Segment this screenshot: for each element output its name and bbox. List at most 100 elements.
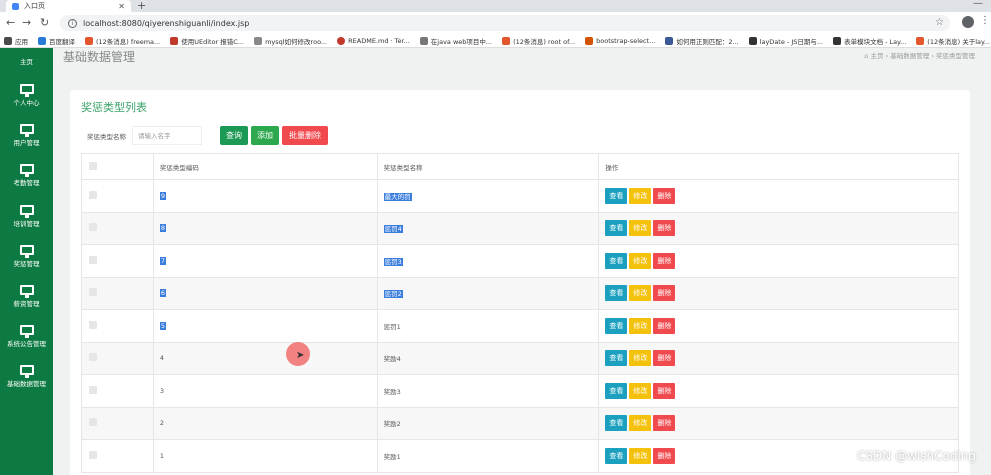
delete-button[interactable]: 删除 xyxy=(653,220,676,237)
cell-code: 8 xyxy=(159,224,167,233)
forward-arrow-icon[interactable]: → xyxy=(22,16,31,29)
view-button[interactable]: 查看 xyxy=(605,187,628,204)
window-controls-icon[interactable]: — xyxy=(973,0,983,9)
cell-code: 6 xyxy=(159,289,167,298)
site-info-icon[interactable]: i xyxy=(68,18,77,28)
cell-name: 奖励2 xyxy=(383,420,401,429)
delete-button[interactable]: 删除 xyxy=(653,317,676,334)
delete-button[interactable]: 删除 xyxy=(653,447,676,464)
sidebar-item-label: 个人中心 xyxy=(13,99,40,107)
table-row: 1 奖励1 查看 修改 删除 xyxy=(81,439,959,473)
sidebar-item-salary[interactable]: 薪资管理 xyxy=(0,285,53,308)
edit-button[interactable]: 修改 xyxy=(629,317,652,334)
breadcrumb-base-data[interactable]: 基础数据管理 xyxy=(890,52,929,60)
bookmark-item[interactable]: (12条消息) root of... xyxy=(502,36,575,46)
profile-avatar-icon[interactable] xyxy=(962,16,974,28)
close-tab-icon[interactable]: ✕ xyxy=(118,2,125,11)
edit-button[interactable]: 修改 xyxy=(629,187,652,204)
address-bar[interactable]: i localhost:8080/qiyerenshiguanli/index.… xyxy=(60,15,950,31)
apps-grid-icon xyxy=(4,36,12,45)
bookmark-star-icon[interactable]: ☆ xyxy=(935,17,944,28)
bookmark-favicon-icon xyxy=(585,36,594,45)
sidebar-item-attendance[interactable]: 考勤管理 xyxy=(0,164,53,187)
delete-button[interactable]: 删除 xyxy=(653,187,676,204)
query-button[interactable]: 查询 xyxy=(220,126,248,145)
new-tab-icon[interactable]: + xyxy=(137,0,146,12)
cell-code: 5 xyxy=(159,321,167,330)
row-checkbox[interactable] xyxy=(89,418,97,427)
breadcrumb-current: 奖惩类型管理 xyxy=(936,52,975,60)
view-button[interactable]: 查看 xyxy=(605,382,628,399)
bookmark-item[interactable]: 如何用正则匹配：2... xyxy=(665,36,739,46)
sidebar-item-announcements[interactable]: 系统公告管理 xyxy=(0,325,53,348)
search-input[interactable] xyxy=(132,126,202,145)
browser-toolbar: ← → ↻ i localhost:8080/qiyerenshiguanli/… xyxy=(0,12,991,34)
row-checkbox[interactable] xyxy=(89,320,97,329)
sidebar-item-users[interactable]: 用户管理 xyxy=(0,124,53,147)
sidebar-item-home[interactable]: 主页 xyxy=(0,56,53,66)
bookmark-apps[interactable]: 应用 xyxy=(4,36,28,46)
bookmark-item[interactable]: mysql如何修改roo... xyxy=(254,36,327,46)
sidebar-item-profile[interactable]: 个人中心 xyxy=(0,84,53,107)
column-header-name: 奖惩类型名称 xyxy=(376,153,600,180)
bookmark-favicon-icon xyxy=(833,36,842,45)
row-checkbox[interactable] xyxy=(89,353,97,362)
bookmark-item[interactable]: README.md · Ter... xyxy=(337,36,410,45)
bookmark-item[interactable]: bootstrap-select... xyxy=(585,36,655,45)
view-button[interactable]: 查看 xyxy=(605,415,628,432)
edit-button[interactable]: 修改 xyxy=(629,447,652,464)
search-label: 奖惩类型名称 xyxy=(87,132,126,141)
batch-delete-button[interactable]: 批量删除 xyxy=(282,126,328,145)
delete-button[interactable]: 删除 xyxy=(653,415,676,432)
row-checkbox[interactable] xyxy=(89,385,97,394)
view-button[interactable]: 查看 xyxy=(605,252,628,269)
edit-button[interactable]: 修改 xyxy=(629,382,652,399)
row-checkbox[interactable] xyxy=(89,450,97,459)
delete-button[interactable]: 删除 xyxy=(653,382,676,399)
table-row: 5 惩罚1 查看 修改 删除 xyxy=(81,309,959,343)
bookmark-item[interactable]: (12条消息) freema... xyxy=(85,36,160,46)
delete-button[interactable]: 删除 xyxy=(653,285,676,302)
back-arrow-icon[interactable]: ← xyxy=(6,16,15,29)
cell-name: 惩罚3 xyxy=(383,257,403,266)
edit-button[interactable]: 修改 xyxy=(629,350,652,367)
edit-button[interactable]: 修改 xyxy=(629,252,652,269)
view-button[interactable]: 查看 xyxy=(605,317,628,334)
breadcrumb-home[interactable]: 主页 xyxy=(871,52,884,60)
bookmark-item[interactable]: 百度翻译 xyxy=(38,36,75,46)
browser-menu-icon[interactable]: ⋮ xyxy=(980,15,990,26)
sidebar-item-training[interactable]: 培训管理 xyxy=(0,205,53,228)
reload-icon[interactable]: ↻ xyxy=(40,16,49,29)
cell-name: 奖励1 xyxy=(383,452,401,461)
view-button[interactable]: 查看 xyxy=(605,350,628,367)
bookmark-item[interactable]: 在java web项目中... xyxy=(419,36,492,46)
delete-button[interactable]: 删除 xyxy=(653,252,676,269)
sidebar-item-base-data[interactable]: 基础数据管理 xyxy=(0,365,53,388)
row-checkbox[interactable] xyxy=(89,288,97,297)
table-header-row: 奖惩类型编码 奖惩类型名称 操作 xyxy=(81,153,959,180)
bookmark-item[interactable]: 表单模块文档 - Lay... xyxy=(833,36,906,46)
view-button[interactable]: 查看 xyxy=(605,285,628,302)
add-button[interactable]: 添加 xyxy=(251,126,279,145)
bookmark-item[interactable]: 使用UEditor 报错C... xyxy=(170,36,244,46)
edit-button[interactable]: 修改 xyxy=(629,220,652,237)
bookmark-item[interactable]: (12条消息) 关于lay... xyxy=(916,36,990,46)
cell-name: 奖励4 xyxy=(383,355,401,364)
select-all-checkbox[interactable] xyxy=(89,161,97,170)
monitor-icon xyxy=(19,325,34,338)
cell-code: 2 xyxy=(159,419,165,428)
bookmark-favicon-icon xyxy=(419,36,428,45)
edit-button[interactable]: 修改 xyxy=(629,285,652,302)
row-checkbox[interactable] xyxy=(89,223,97,232)
delete-button[interactable]: 删除 xyxy=(653,350,676,367)
bookmark-item[interactable]: layDate - JS日期与... xyxy=(748,36,823,46)
view-button[interactable]: 查看 xyxy=(605,447,628,464)
view-button[interactable]: 查看 xyxy=(605,220,628,237)
edit-button[interactable]: 修改 xyxy=(629,415,652,432)
row-checkbox[interactable] xyxy=(89,190,97,199)
browser-tab[interactable]: 入口页 ✕ xyxy=(6,0,131,12)
sidebar-item-rewards[interactable]: 奖惩管理 xyxy=(0,245,53,268)
cell-name: 惩罚2 xyxy=(383,290,403,299)
data-table: 奖惩类型编码 奖惩类型名称 操作 9 最大的罚 查看 修改 删除 8 惩罚4 查看修… xyxy=(81,153,959,473)
row-checkbox[interactable] xyxy=(89,255,97,264)
